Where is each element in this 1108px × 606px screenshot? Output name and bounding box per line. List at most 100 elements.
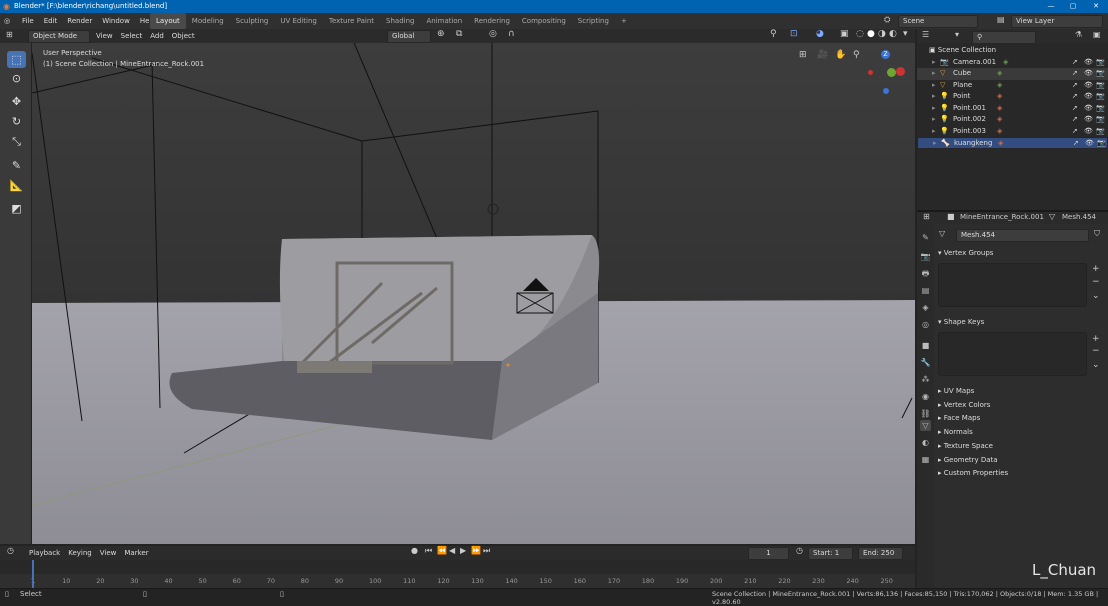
blender-menu-icon[interactable]: ◎ — [4, 13, 10, 29]
view-layer-tab-icon[interactable]: ▤ — [920, 285, 931, 296]
collapsed-panel-header[interactable]: ▸ Normals — [938, 426, 973, 438]
menu-keying[interactable]: Keying — [64, 547, 96, 559]
collapsed-panel-header[interactable]: ▸ Custom Properties — [938, 467, 1008, 479]
remove-vertex-group-icon[interactable]: − — [1092, 277, 1100, 287]
new-collection-icon[interactable]: ▣ — [1093, 30, 1101, 39]
editor-type-icon[interactable]: ⊞ — [6, 30, 13, 39]
eye-icon[interactable]: 👁 — [1084, 91, 1093, 103]
tab-layout[interactable]: Layout — [150, 13, 186, 29]
tab-uv-editing[interactable]: UV Editing — [274, 13, 323, 29]
modifier-tab-icon[interactable]: 🔧 — [920, 357, 931, 368]
snap-icon[interactable]: ⧉ — [456, 29, 462, 39]
menu-window[interactable]: Window — [97, 13, 135, 29]
select-arrow-icon[interactable]: ➚ — [1072, 126, 1078, 138]
add-shape-key-icon[interactable]: + — [1092, 334, 1100, 344]
expand-arrow-icon[interactable]: ▸ — [932, 57, 936, 69]
vertex-groups-list[interactable] — [938, 263, 1087, 307]
view-layer-selector[interactable]: View Layer — [1011, 15, 1103, 28]
texture-tab-icon[interactable]: ▦ — [920, 454, 931, 465]
3d-viewport[interactable]: User Perspective (1) Scene Collection | … — [32, 43, 915, 544]
render-camera-icon[interactable]: 📷 — [1096, 126, 1105, 138]
pan-icon[interactable]: ✋ — [835, 50, 846, 60]
menu-playback[interactable]: Playback — [25, 547, 64, 559]
gizmo-z-negative[interactable] — [883, 88, 889, 94]
select-arrow-icon[interactable]: ➚ — [1072, 103, 1078, 115]
expand-arrow-icon[interactable]: ▸ — [932, 126, 936, 138]
menu-marker[interactable]: Marker — [120, 547, 152, 559]
cursor-icon[interactable]: ⊙ — [7, 70, 26, 87]
render-camera-icon[interactable]: 📷 — [1096, 80, 1105, 92]
expand-arrow-icon[interactable]: ▸ — [932, 68, 936, 80]
menu-select[interactable]: Select — [117, 30, 147, 42]
end-frame-field[interactable]: End: 250 — [858, 547, 903, 560]
render-tab-icon[interactable]: 📷 — [920, 251, 931, 262]
filter-icon[interactable]: ⚗ — [1075, 30, 1082, 39]
jump-end-icon[interactable]: ⏭ — [483, 546, 490, 556]
scene-tab-icon[interactable]: ◈ — [920, 302, 931, 313]
wireframe-shading-icon[interactable]: ◌ — [856, 29, 864, 39]
gizmo-icon[interactable]: ⊡ — [790, 29, 798, 39]
shading-options-icon[interactable]: ▾ — [903, 29, 908, 39]
physics-tab-icon[interactable]: ◉ — [920, 391, 931, 402]
outliner-row[interactable]: ▸ 💡 Point ◈ ➚ 👁 📷 — [917, 91, 1108, 103]
overlay-icon[interactable]: ◕ — [816, 29, 824, 39]
collapsed-panel-header[interactable]: ▸ Face Maps — [938, 412, 980, 424]
shape-keys-list[interactable] — [938, 332, 1087, 376]
select-box-icon[interactable]: ⬚ — [7, 51, 26, 68]
measure-icon[interactable]: 📐 — [7, 177, 26, 194]
render-camera-icon[interactable]: 📷 — [1097, 138, 1106, 150]
zoom-icon[interactable]: ⚲ — [853, 50, 860, 60]
proportional-edit-icon[interactable]: ◎ — [489, 29, 497, 39]
menu-edit[interactable]: Edit — [39, 13, 63, 29]
gizmo-x-positive[interactable] — [896, 67, 905, 76]
expand-arrow-icon[interactable]: ▸ — [932, 114, 936, 126]
camera-view-icon[interactable]: 🎥 — [817, 50, 828, 60]
select-arrow-icon[interactable]: ➚ — [1072, 114, 1078, 126]
menu-file[interactable]: File — [17, 13, 39, 29]
tool-tab-icon[interactable]: ✎ — [920, 232, 931, 243]
mesh-data-tab-icon[interactable]: ▽ — [920, 420, 931, 431]
tab-texture-paint[interactable]: Texture Paint — [323, 13, 380, 29]
collapsed-panel-header[interactable]: ▸ UV Maps — [938, 385, 974, 397]
eye-icon[interactable]: 👁 — [1084, 114, 1093, 126]
record-icon[interactable]: ● — [411, 546, 418, 555]
menu-object[interactable]: Object — [168, 30, 199, 42]
transform-orientation[interactable]: Global — [387, 30, 431, 43]
timeline[interactable]: 1102030405060708090100110120130140150160… — [0, 560, 915, 588]
collapsed-panel-header[interactable]: ▸ Geometry Data — [938, 454, 998, 466]
properties-editor-icon[interactable]: ⊞ — [923, 212, 930, 221]
preview-range-icon[interactable]: ◷ — [796, 546, 803, 555]
shape-keys-header[interactable]: ▾ Shape Keys — [938, 316, 984, 328]
expand-arrow-icon[interactable]: ▸ — [932, 103, 936, 115]
xray-icon[interactable]: ▣ — [840, 29, 849, 39]
pivot-icon[interactable]: ⊕ — [437, 29, 445, 39]
minimize-icon[interactable]: — — [1040, 0, 1062, 13]
gizmo-y-axis[interactable] — [887, 68, 896, 77]
shape-key-menu-icon[interactable]: ⌄ — [1092, 360, 1100, 370]
select-arrow-icon[interactable]: ➚ — [1072, 68, 1078, 80]
expand-arrow-icon[interactable]: ▸ — [932, 91, 936, 103]
select-arrow-icon[interactable]: ➚ — [1072, 57, 1078, 69]
render-camera-icon[interactable]: 📷 — [1096, 57, 1105, 69]
solid-shading-icon[interactable]: ● — [867, 29, 875, 39]
rotate-icon[interactable]: ↻ — [7, 113, 26, 130]
falloff-icon[interactable]: ∩ — [508, 29, 515, 39]
current-frame-field[interactable]: 1 — [748, 547, 789, 560]
remove-shape-key-icon[interactable]: − — [1092, 346, 1100, 356]
outliner-row[interactable]: ▸ ▽ Plane ◈ ➚ 👁 📷 — [917, 80, 1108, 92]
start-frame-field[interactable]: Start: 1 — [808, 547, 853, 560]
outliner-row[interactable]: ▸ 🦴 kuangkeng ◈ ➚ 👁 📷 — [917, 137, 1108, 149]
particles-tab-icon[interactable]: ⁂ — [920, 374, 931, 385]
eye-icon[interactable]: 👁 — [1084, 68, 1093, 80]
mode-selector[interactable]: Object Mode — [28, 30, 90, 43]
expand-arrow-icon[interactable]: ▸ — [933, 138, 937, 150]
collapsed-panel-header[interactable]: ▸ Texture Space — [938, 440, 993, 452]
select-arrow-icon[interactable]: ➚ — [1072, 91, 1078, 103]
maximize-icon[interactable]: ▢ — [1062, 0, 1084, 13]
expand-arrow-icon[interactable]: ▸ — [932, 80, 936, 92]
material-shading-icon[interactable]: ◑ — [878, 29, 886, 39]
collapsed-panel-header[interactable]: ▸ Vertex Colors — [938, 399, 990, 411]
scene-selector[interactable]: Scene — [898, 15, 978, 28]
select-arrow-icon[interactable]: ➚ — [1072, 80, 1078, 92]
world-tab-icon[interactable]: ◎ — [920, 319, 931, 330]
